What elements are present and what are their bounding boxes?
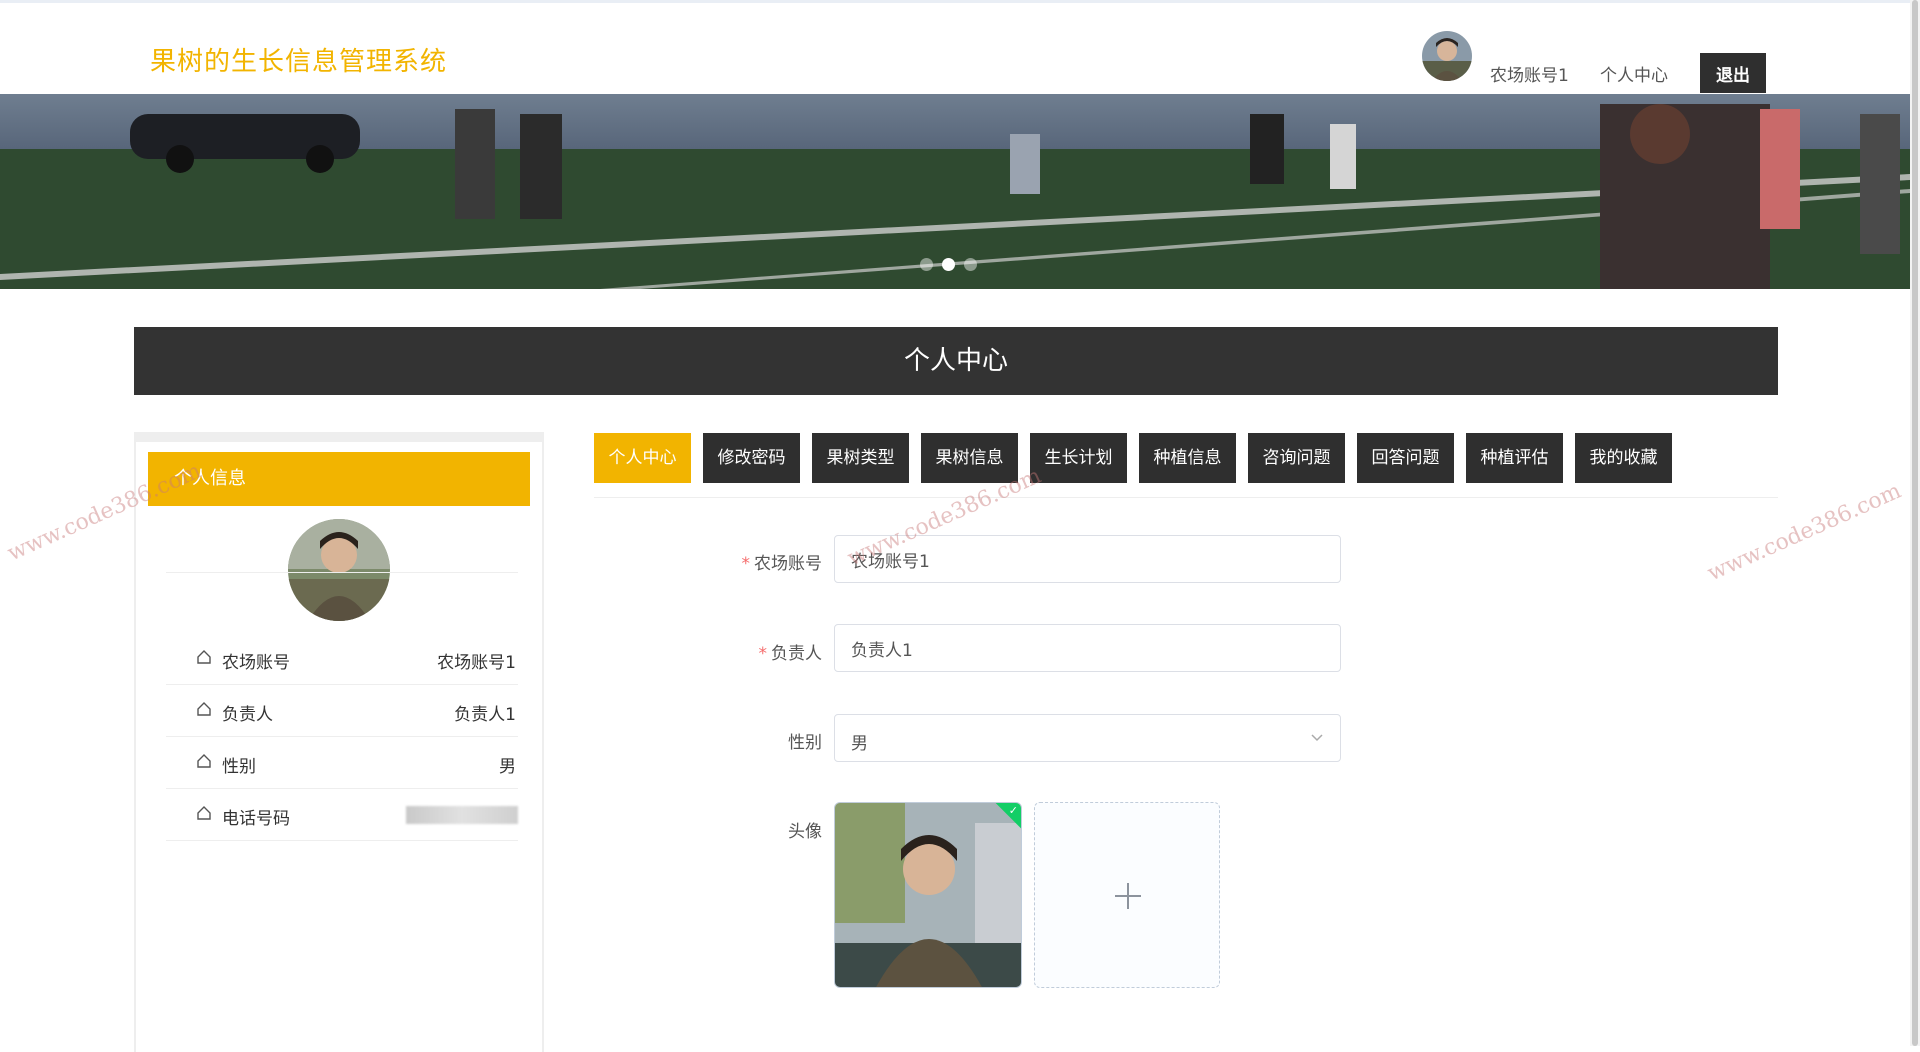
check-icon: ✓ xyxy=(1008,804,1018,817)
home-icon xyxy=(196,805,212,826)
tab-change-password[interactable]: 修改密码 xyxy=(703,433,800,483)
home-icon xyxy=(196,649,212,670)
page-title: 个人中心 xyxy=(134,327,1778,395)
plus-icon xyxy=(1113,881,1143,915)
carousel-dot-active[interactable] xyxy=(942,258,955,271)
site-title: 果树的生长信息管理系统 xyxy=(150,47,448,77)
info-label: 性别 xyxy=(222,757,256,777)
info-row-manager: 负责人 负责人1 xyxy=(166,686,518,737)
carousel-dot[interactable] xyxy=(920,258,933,271)
tab-tree-info[interactable]: 果树信息 xyxy=(921,433,1018,483)
info-label: 电话号码 xyxy=(222,809,290,829)
gender-label: 性别 xyxy=(788,733,822,753)
top-navbar: 果树的生长信息管理系统 农场账号1 个人中心 退出 xyxy=(0,0,1920,94)
tab-planting-info[interactable]: 种植信息 xyxy=(1139,433,1236,483)
watermark: www.code386.com xyxy=(1703,478,1906,587)
home-icon xyxy=(196,753,212,774)
tab-consult-questions[interactable]: 咨询问题 xyxy=(1248,433,1345,483)
gender-select-value: 男 xyxy=(851,734,868,754)
info-row-gender: 性别 男 xyxy=(166,738,518,789)
tab-planting-evaluation[interactable]: 种植评估 xyxy=(1466,433,1563,483)
info-row-account xyxy=(166,522,518,573)
carousel-dot[interactable] xyxy=(964,258,977,271)
info-label: 负责人 xyxy=(222,705,273,725)
profile-card-title: 个人信息 xyxy=(148,452,530,506)
chevron-down-icon xyxy=(1310,729,1324,748)
upload-add-button[interactable] xyxy=(1034,802,1220,988)
tab-my-favorites[interactable]: 我的收藏 xyxy=(1575,433,1672,483)
info-value: 农场账号1 xyxy=(437,653,516,673)
account-label: * 农场账号 xyxy=(741,554,823,574)
info-value: 男 xyxy=(499,757,516,777)
top-username[interactable]: 农场账号1 xyxy=(1490,61,1569,86)
tab-tree-types[interactable]: 果树类型 xyxy=(812,433,909,483)
info-row-phone: 电话号码 xyxy=(166,790,518,841)
manager-input[interactable] xyxy=(834,624,1341,672)
avatar-label: 头像 xyxy=(788,822,822,842)
carousel-dots xyxy=(920,256,986,275)
info-label: 农场账号 xyxy=(222,653,290,673)
tab-growth-plan[interactable]: 生长计划 xyxy=(1030,433,1127,483)
info-value-redacted xyxy=(406,806,518,824)
info-row-account: 农场账号 农场账号1 xyxy=(166,634,518,685)
tab-personal-center[interactable]: 个人中心 xyxy=(594,433,691,483)
scrollbar-thumb[interactable] xyxy=(1912,0,1918,1046)
tabs-divider xyxy=(594,497,1778,498)
tab-answer-questions[interactable]: 回答问题 xyxy=(1357,433,1454,483)
user-avatar[interactable] xyxy=(1422,31,1472,81)
page-scrollbar[interactable] xyxy=(1910,0,1920,1046)
manager-label: * 负责人 xyxy=(758,644,823,664)
logout-button[interactable]: 退出 xyxy=(1700,53,1766,93)
home-icon xyxy=(196,701,212,722)
gender-select[interactable]: 男 xyxy=(834,714,1341,762)
info-value: 负责人1 xyxy=(454,705,516,725)
uploaded-avatar[interactable]: ✓ xyxy=(834,802,1022,988)
top-personal-center-link[interactable]: 个人中心 xyxy=(1600,61,1668,86)
